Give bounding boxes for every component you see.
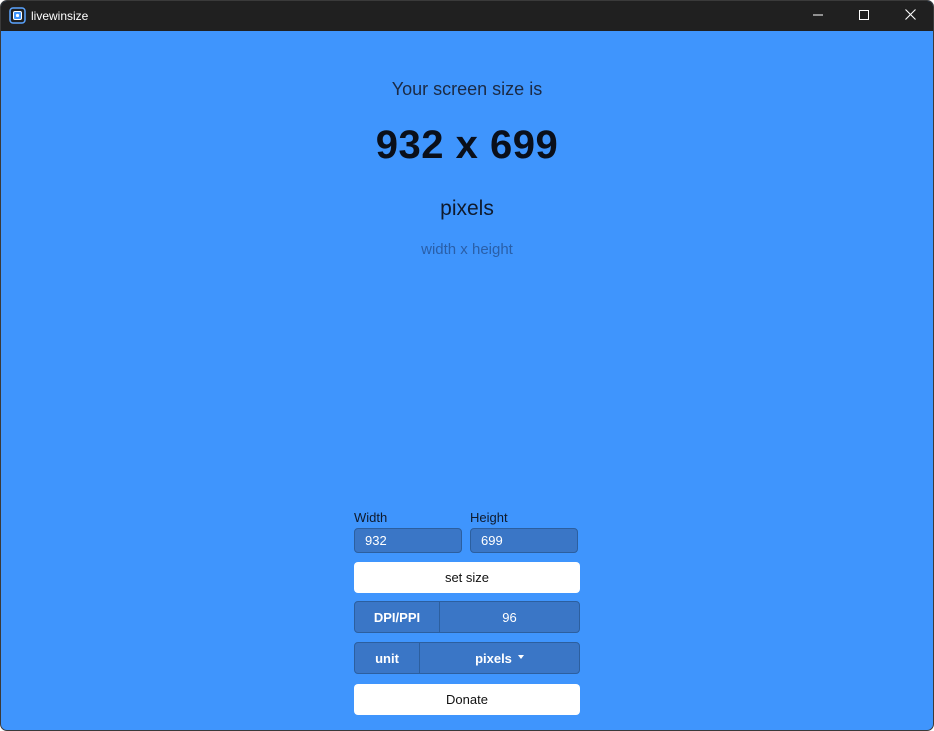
- minimize-icon: [813, 7, 823, 25]
- unit-text: pixels: [440, 197, 494, 220]
- dpi-label: DPI/PPI: [355, 602, 440, 632]
- maximize-button[interactable]: [841, 1, 887, 31]
- caret-down-icon: [517, 655, 524, 659]
- width-input[interactable]: [354, 528, 462, 553]
- width-label: Width: [354, 510, 388, 525]
- screen-size-icon: [9, 7, 26, 24]
- app-window: livewinsize Your screen size is 932 x 69…: [0, 0, 934, 731]
- window-title: livewinsize: [31, 9, 89, 23]
- close-icon: [904, 7, 916, 25]
- unit-dropdown[interactable]: pixels: [420, 643, 579, 673]
- unit-dropdown-value: pixels: [475, 650, 512, 666]
- lead-text: Your screen size is: [391, 79, 543, 99]
- unit-label: unit: [355, 643, 420, 673]
- set-size-button[interactable]: set size: [354, 562, 580, 593]
- title-bar[interactable]: livewinsize: [1, 1, 933, 31]
- maximize-icon: [859, 7, 869, 25]
- height-input[interactable]: [470, 528, 578, 553]
- minimize-button[interactable]: [795, 1, 841, 31]
- donate-button[interactable]: Donate: [354, 684, 580, 715]
- size-readout: 932 x 699: [375, 123, 559, 167]
- height-label: Height: [470, 510, 508, 525]
- dimension-hint: width x height: [421, 241, 513, 258]
- main-content: Your screen size is 932 x 699 pixels wid…: [1, 31, 933, 730]
- close-button[interactable]: [887, 1, 933, 31]
- unit-group: unit pixels: [354, 642, 580, 674]
- dpi-input[interactable]: 96: [440, 602, 579, 632]
- dpi-group: DPI/PPI 96: [354, 601, 580, 633]
